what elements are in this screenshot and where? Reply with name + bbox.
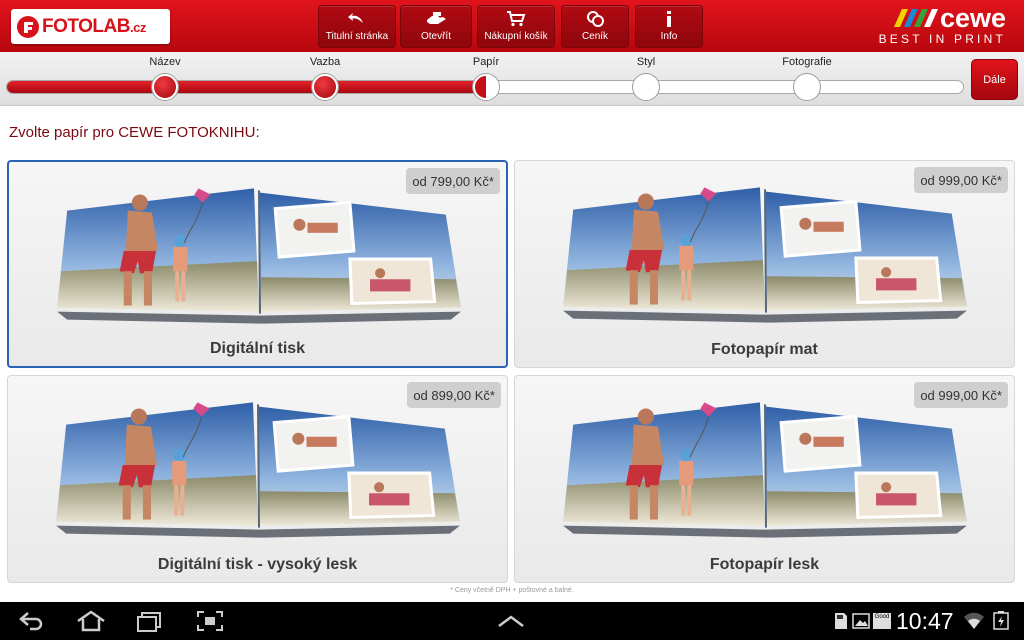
step-dot-binding[interactable] [312, 74, 338, 100]
price-badge: od 899,00 Kč* [407, 382, 501, 408]
fotolab-logo-icon [17, 15, 39, 38]
option-name: Digitální tisk - vysoký lesk [157, 556, 358, 573]
cewe-stripes-icon [893, 9, 938, 27]
step-dot-photos[interactable] [794, 74, 820, 100]
gallery-icon [852, 613, 870, 629]
progress-fill [7, 81, 488, 93]
brand-name: FOTOLAB.cz [42, 15, 146, 37]
step-label-style: Styl [636, 56, 656, 68]
step-label-name: Název [149, 56, 181, 68]
recent-apps-icon[interactable] [136, 610, 164, 632]
option-name: Fotopapír lesk [709, 556, 820, 573]
step-dot-style[interactable] [633, 74, 659, 100]
step-dot-name[interactable] [152, 74, 178, 100]
page-title: Zvolte papír pro CEWE FOTOKNIHU: [9, 124, 260, 141]
step-label-binding: Vazba [309, 56, 341, 68]
photobook-preview-image [561, 400, 969, 540]
sd-card-icon [835, 613, 847, 629]
step-label-paper: Papír [472, 56, 500, 68]
next-button[interactable]: Dále [971, 59, 1018, 100]
android-system-bar: Good 10:47 [0, 602, 1024, 640]
nav-button-info[interactable]: Info [635, 5, 703, 48]
chevron-up-icon[interactable] [497, 614, 525, 628]
paper-option-photo-gloss[interactable]: od 999,00 Kč* Fotopapír lesk [514, 375, 1015, 583]
option-name: Fotopapír mat [711, 341, 818, 358]
app-header: FOTOLAB.cz Titulní stránka Otevřít Nákup… [0, 0, 1024, 52]
open-hand-icon [427, 12, 446, 24]
photobook-preview-image [54, 400, 462, 540]
cart-icon [507, 11, 526, 27]
home-arrow-icon [348, 13, 363, 23]
fotolab-logo[interactable]: FOTOLAB.cz [11, 9, 170, 44]
wifi-icon [964, 612, 984, 629]
paper-option-photo-matte[interactable]: od 999,00 Kč* Fotopapír mat [514, 160, 1015, 368]
nav-button-open[interactable]: Otevřít [400, 5, 472, 48]
battery-icon [993, 611, 1009, 630]
photobook-preview-image [561, 185, 969, 325]
nav-button-prices[interactable]: Ceník [561, 5, 629, 48]
good-app-icon: Good [873, 613, 891, 629]
step-dot-paper[interactable] [473, 74, 499, 100]
price-footnote: * Ceny včetně DPH + poštovné a balné. [450, 587, 574, 594]
price-badge: od 799,00 Kč* [406, 168, 500, 194]
status-clock: 10:47 [896, 608, 954, 634]
screenshot-icon[interactable] [196, 610, 224, 632]
wizard-progress: Název Vazba Papír Styl Fotografie Dále [0, 52, 1024, 106]
back-icon[interactable] [18, 610, 46, 632]
option-name: Digitální tisk [209, 340, 306, 357]
coins-icon [587, 11, 604, 27]
cewe-logo: cewe BEST IN PRINT [878, 3, 1006, 47]
info-icon [667, 11, 671, 27]
price-badge: od 999,00 Kč* [914, 167, 1008, 193]
step-label-photos: Fotografie [782, 56, 832, 68]
photobook-preview-image [55, 186, 463, 326]
home-icon[interactable] [75, 610, 107, 632]
nav-button-cart[interactable]: Nákupní košík [477, 5, 555, 48]
paper-option-digital-high-gloss[interactable]: od 899,00 Kč* Digitální tisk - vysoký le… [7, 375, 508, 583]
nav-button-home[interactable]: Titulní stránka [318, 5, 396, 48]
paper-option-digital[interactable]: od 799,00 Kč* Digitální tisk [7, 160, 508, 368]
price-badge: od 999,00 Kč* [914, 382, 1008, 408]
